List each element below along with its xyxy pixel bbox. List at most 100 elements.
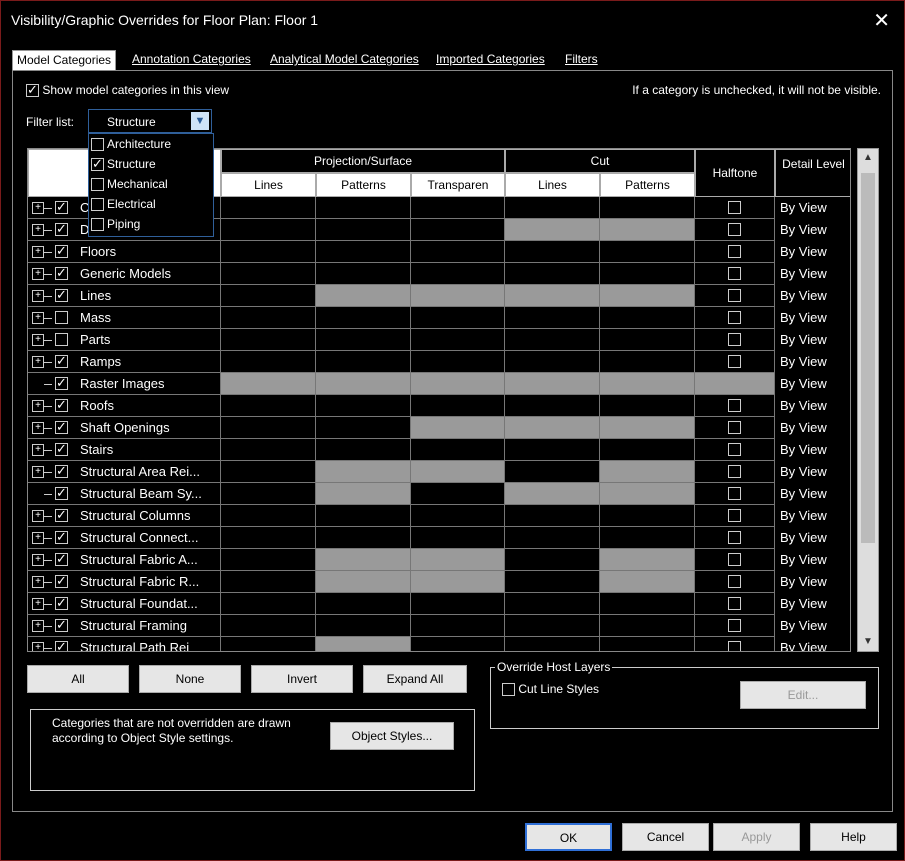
visibility-checkbox[interactable] [55,529,68,545]
detail-level-value[interactable]: By View [780,310,827,325]
override-cell[interactable] [316,527,411,549]
override-cell[interactable] [411,483,505,505]
override-cell[interactable] [411,263,505,285]
override-cell[interactable] [221,373,316,395]
cancel-button[interactable]: Cancel [622,823,709,851]
detail-level-value[interactable]: By View [780,618,827,633]
override-cell[interactable] [505,571,600,593]
visibility-checkbox[interactable] [55,311,68,324]
halftone-checkbox[interactable] [728,245,741,258]
override-cell[interactable] [316,637,411,651]
override-cell[interactable] [411,373,505,395]
override-cell[interactable] [505,439,600,461]
detail-level-value[interactable]: By View [780,376,827,391]
override-cell[interactable] [221,219,316,241]
halftone-checkbox[interactable] [728,333,741,346]
visibility-checkbox[interactable] [55,333,68,346]
override-cell[interactable] [221,197,316,219]
override-cell[interactable] [411,351,505,373]
show-categories-row[interactable]: Show model categories in this view [26,82,229,98]
all-button[interactable]: All [27,665,129,693]
table-row[interactable]: + Structural Columns By View [28,505,850,527]
visibility-checkbox[interactable] [55,287,68,303]
override-cell[interactable] [411,615,505,637]
edit-button[interactable]: Edit... [740,681,866,709]
detail-level-value[interactable]: By View [780,266,827,281]
override-cell[interactable] [695,373,775,395]
visibility-checkbox[interactable] [55,353,68,369]
expand-icon[interactable]: + [32,598,44,610]
override-cell[interactable] [505,307,600,329]
filter-option-checkbox[interactable] [91,138,104,152]
override-cell[interactable] [505,505,600,527]
override-cell[interactable] [505,285,600,307]
expand-icon[interactable]: + [32,246,44,258]
override-cell[interactable] [600,417,695,439]
override-cell[interactable] [600,593,695,615]
detail-level-value[interactable]: By View [780,398,827,413]
detail-level-value[interactable]: By View [780,442,827,457]
override-cell[interactable] [221,307,316,329]
help-button[interactable]: Help [810,823,897,851]
visibility-checkbox[interactable] [55,463,68,479]
override-cell[interactable] [221,593,316,615]
visibility-checkbox[interactable] [55,397,68,413]
override-cell[interactable] [411,527,505,549]
detail-level-value[interactable]: By View [780,244,827,259]
override-cell[interactable] [411,241,505,263]
override-cell[interactable] [221,263,316,285]
filter-option[interactable]: Electrical [91,197,211,215]
table-row[interactable]: + Structural Framing By View [28,615,850,637]
override-cell[interactable] [221,527,316,549]
override-cell[interactable] [600,197,695,219]
halftone-checkbox[interactable] [728,641,741,651]
override-cell[interactable] [411,395,505,417]
expand-icon[interactable]: + [32,224,44,236]
halftone-checkbox[interactable] [728,201,741,214]
override-cell[interactable] [411,285,505,307]
visibility-checkbox[interactable] [55,573,68,589]
expand-icon[interactable]: + [32,510,44,522]
override-cell[interactable] [505,593,600,615]
table-scrollbar[interactable]: ▲ ▼ [857,148,879,652]
table-row[interactable]: + Structural Foundat... By View [28,593,850,615]
scroll-up-icon[interactable]: ▲ [858,149,878,167]
detail-level-header[interactable]: Detail Level [775,149,850,197]
scroll-down-icon[interactable]: ▼ [858,633,878,651]
filter-option-checkbox[interactable] [91,198,104,212]
expand-all-button[interactable]: Expand All [363,665,467,693]
override-cell[interactable] [505,263,600,285]
halftone-checkbox[interactable] [728,531,741,544]
override-cell[interactable] [505,527,600,549]
halftone-checkbox[interactable] [728,311,741,324]
override-cell[interactable] [316,439,411,461]
override-cell[interactable] [600,461,695,483]
override-cell[interactable] [221,505,316,527]
override-cell[interactable] [505,329,600,351]
override-cell[interactable] [505,637,600,651]
override-cell[interactable] [411,461,505,483]
visibility-checkbox[interactable] [55,595,68,611]
override-cell[interactable] [600,571,695,593]
override-cell[interactable] [505,549,600,571]
override-cell[interactable] [600,527,695,549]
override-cell[interactable] [600,615,695,637]
detail-level-value[interactable]: By View [780,508,827,523]
table-row[interactable]: + Parts By View [28,329,850,351]
halftone-checkbox[interactable] [728,487,741,500]
expand-icon[interactable]: + [32,312,44,324]
table-row[interactable]: + Ramps By View [28,351,850,373]
none-button[interactable]: None [139,665,241,693]
halftone-checkbox[interactable] [728,399,741,412]
override-cell[interactable] [316,549,411,571]
override-cell[interactable] [505,483,600,505]
detail-level-value[interactable]: By View [780,200,827,215]
override-cell[interactable] [221,439,316,461]
expand-icon[interactable]: + [32,444,44,456]
override-cell[interactable] [505,395,600,417]
table-row[interactable]: + Structural Connect... By View [28,527,850,549]
chevron-down-icon[interactable]: ▼ [191,112,209,130]
expand-icon[interactable]: + [32,466,44,478]
visibility-checkbox[interactable] [55,485,68,501]
override-cell[interactable] [411,593,505,615]
